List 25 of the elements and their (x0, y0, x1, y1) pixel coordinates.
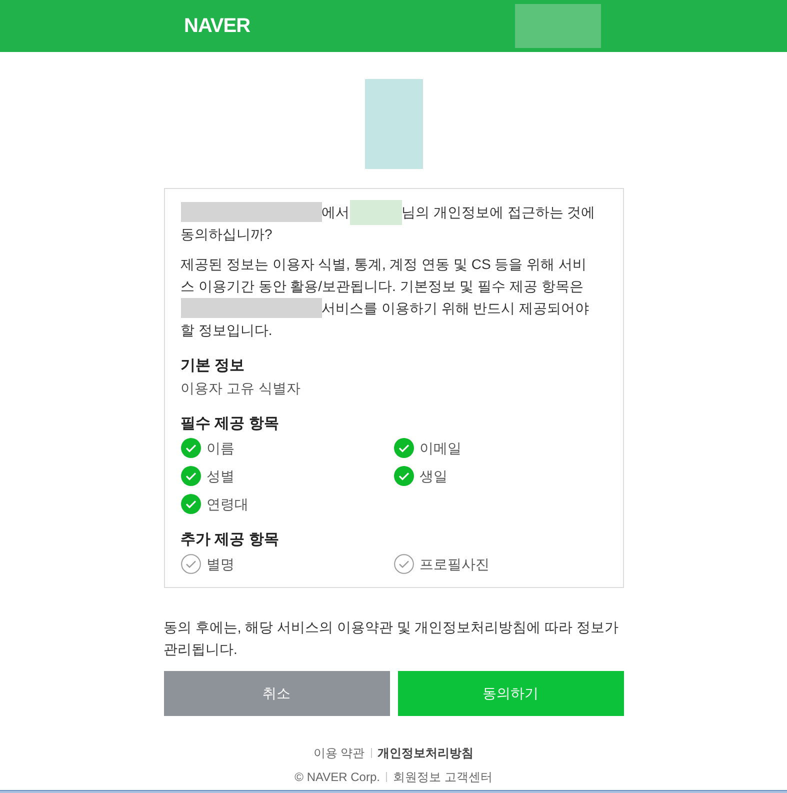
support-link[interactable]: 회원정보 고객센터 (392, 768, 492, 786)
item-label: 생일 (420, 467, 448, 486)
item-label: 프로필사진 (420, 555, 490, 574)
body-text: 할 정보입니다. (180, 321, 272, 340)
redacted-block (350, 200, 402, 224)
cancel-button[interactable]: 취소 (164, 671, 390, 716)
footer-link[interactable]: 이용 약관 (313, 744, 365, 762)
copyright-text: © NAVER Corp. (294, 769, 380, 786)
body-text: 님의 개인정보에 접근하는 것에 (402, 203, 596, 222)
body-text: 서비스를 이용하기 위해 반드시 제공되어야 (322, 299, 590, 318)
body-text: 제공된 정보는 이용자 식별, 통계, 계정 연동 및 CS 등을 위해 서비 (180, 255, 587, 274)
item-label: 성별 (206, 467, 234, 486)
body-text: 에서 (322, 203, 350, 222)
item-label: 연령대 (206, 495, 248, 514)
notice-text: 동의 후에는, 해당 서비스의 이용약관 및 개인정보처리방침에 따라 정보가 관리됩니다. (164, 618, 620, 659)
section-title: 추가 제공 항목 (180, 530, 280, 550)
item-label: 별명 (206, 555, 234, 574)
body-text: 스 이용기간 동안 활용/보관됩니다. 기본정보 및 필수 제공 항목은 (180, 277, 584, 296)
item-label: 이름 (206, 439, 234, 458)
footer-link[interactable]: 개인정보처리방침 (378, 744, 474, 762)
body-text: 동의하십니까? (180, 225, 272, 244)
info-text: 이용자 고유 식별자 (180, 379, 302, 398)
section-title: 기본 정보 (180, 356, 246, 376)
item-label: 이메일 (420, 439, 462, 458)
section-title: 필수 제공 항목 (180, 414, 280, 434)
